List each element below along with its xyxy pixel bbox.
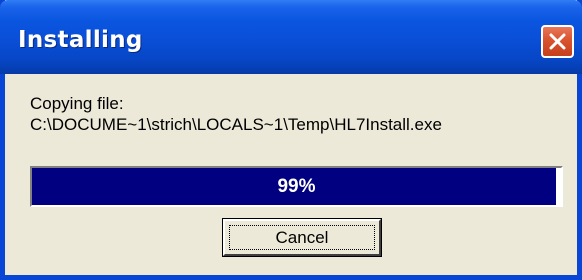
installing-dialog: Installing Copying file: C:\DOCUME~1\str… — [0, 0, 582, 280]
cancel-button-label: Cancel — [229, 225, 375, 250]
progress-percent: 99% — [277, 175, 316, 197]
cancel-button[interactable]: Cancel — [223, 219, 381, 256]
window-title: Installing — [18, 27, 143, 53]
progress-bar: 99% — [30, 166, 563, 207]
dialog-content: Copying file: C:\DOCUME~1\strich\LOCALS~… — [5, 74, 577, 275]
file-path: C:\DOCUME~1\strich\LOCALS~1\Temp\HL7Inst… — [30, 115, 442, 134]
close-button[interactable] — [541, 25, 574, 58]
close-x-icon — [549, 33, 566, 50]
status-label: Copying file: — [30, 94, 124, 113]
title-bar[interactable]: Installing — [0, 0, 582, 74]
